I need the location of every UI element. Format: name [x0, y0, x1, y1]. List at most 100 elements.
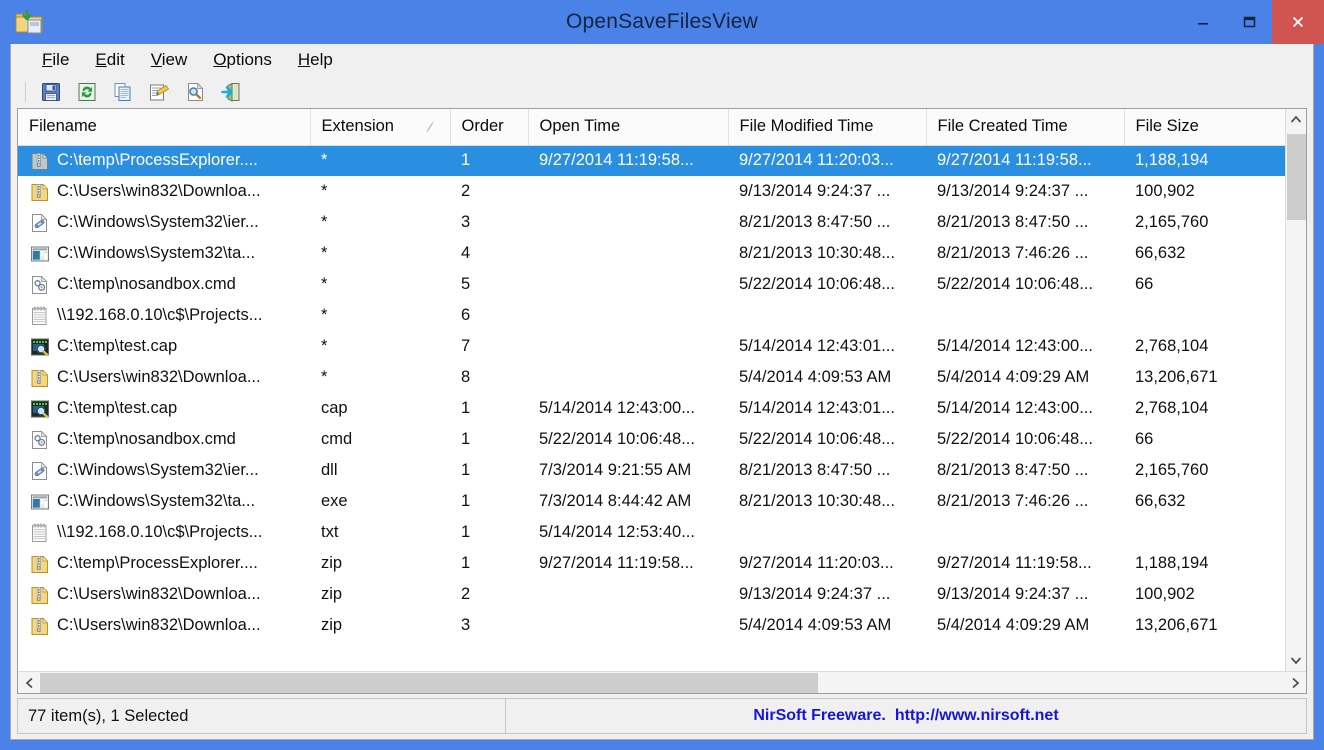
cell-filename[interactable]: C:\Users\win832\Downloa... [18, 579, 310, 610]
cell-extension[interactable]: * [310, 176, 450, 207]
find-button[interactable] [181, 79, 209, 105]
table-row[interactable]: C:\temp\ProcessExplorer.... zip 1 9/27/2014… [18, 548, 1285, 579]
cell-file-size[interactable]: 66,632 [1124, 486, 1285, 517]
cell-open-time[interactable] [528, 300, 728, 331]
table-row[interactable]: \\192.168.0.10\c$\Projects... * 6 [18, 300, 1285, 331]
cell-filename[interactable]: C:\Users\win832\Downloa... [18, 610, 310, 641]
cell-filename[interactable]: C:\temp\nosandbox.cmd [18, 424, 310, 455]
close-button[interactable] [1272, 0, 1324, 44]
refresh-button[interactable] [73, 79, 101, 105]
cell-modified-time[interactable]: 5/22/2014 10:06:48... [728, 269, 926, 300]
table-row[interactable]: C:\temp\nosandbox.cmd cmd 1 5/22/2014 10:06… [18, 424, 1285, 455]
table-row[interactable]: C:\Users\win832\Downloa... zip 3 5/4/2014 4… [18, 610, 1285, 641]
cell-created-time[interactable]: 9/27/2014 11:19:58... [926, 548, 1124, 579]
table-row[interactable]: C:\Windows\System32\ta... * 4 8/21/2013 10:… [18, 238, 1285, 269]
menu-view[interactable]: View [138, 47, 201, 73]
cell-filename[interactable]: \\192.168.0.10\c$\Projects... [18, 517, 310, 548]
cell-extension[interactable]: exe [310, 486, 450, 517]
cell-file-size[interactable]: 66 [1124, 269, 1285, 300]
cell-modified-time[interactable]: 9/13/2014 9:24:37 ... [728, 579, 926, 610]
cell-extension[interactable]: txt [310, 517, 450, 548]
cell-modified-time[interactable]: 5/4/2014 4:09:53 AM [728, 610, 926, 641]
cell-open-time[interactable] [528, 610, 728, 641]
cell-filename[interactable]: C:\temp\test.cap [18, 393, 310, 424]
cell-open-time[interactable] [528, 362, 728, 393]
cell-filename[interactable]: C:\temp\ProcessExplorer.... [18, 145, 310, 176]
cell-extension[interactable]: * [310, 207, 450, 238]
cell-order[interactable]: 2 [450, 579, 528, 610]
cell-order[interactable]: 6 [450, 300, 528, 331]
cell-created-time[interactable]: 8/21/2013 7:46:26 ... [926, 486, 1124, 517]
cell-file-size[interactable] [1124, 517, 1285, 548]
properties-button[interactable] [145, 79, 173, 105]
cell-file-size[interactable]: 100,902 [1124, 579, 1285, 610]
cell-open-time[interactable]: 5/14/2014 12:43:00... [528, 393, 728, 424]
cell-file-size[interactable]: 2,768,104 [1124, 331, 1285, 362]
column-header-filesize[interactable]: File Size [1124, 109, 1285, 146]
horizontal-scroll-thumb[interactable] [40, 672, 818, 693]
cell-file-size[interactable]: 1,188,194 [1124, 548, 1285, 579]
cell-file-size[interactable]: 1,188,194 [1124, 145, 1285, 176]
cell-order[interactable]: 4 [450, 238, 528, 269]
cell-order[interactable]: 1 [450, 393, 528, 424]
nirsoft-url-link[interactable]: http://www.nirsoft.net [895, 707, 1059, 725]
cell-extension[interactable]: dll [310, 455, 450, 486]
cell-open-time[interactable]: 7/3/2014 9:21:55 AM [528, 455, 728, 486]
cell-extension[interactable]: * [310, 362, 450, 393]
cell-order[interactable]: 1 [450, 486, 528, 517]
cell-open-time[interactable]: 5/14/2014 12:53:40... [528, 517, 728, 548]
cell-modified-time[interactable]: 9/27/2014 11:20:03... [728, 548, 926, 579]
cell-extension[interactable]: zip [310, 548, 450, 579]
cell-order[interactable]: 1 [450, 424, 528, 455]
cell-order[interactable]: 2 [450, 176, 528, 207]
cell-open-time[interactable]: 9/27/2014 11:19:58... [528, 548, 728, 579]
cell-file-size[interactable]: 2,768,104 [1124, 393, 1285, 424]
cell-filename[interactable]: C:\Users\win832\Downloa... [18, 362, 310, 393]
cell-open-time[interactable] [528, 207, 728, 238]
cell-open-time[interactable] [528, 579, 728, 610]
cell-order[interactable]: 1 [450, 548, 528, 579]
column-header-order[interactable]: Order [450, 109, 529, 146]
cell-created-time[interactable] [926, 300, 1124, 331]
cell-order[interactable]: 3 [450, 610, 528, 641]
cell-modified-time[interactable]: 5/14/2014 12:43:01... [728, 331, 926, 362]
cell-open-time[interactable]: 5/22/2014 10:06:48... [528, 424, 728, 455]
cell-modified-time[interactable]: 9/27/2014 11:20:03... [728, 145, 926, 176]
scroll-down-button[interactable] [1285, 650, 1306, 671]
cell-filename[interactable]: C:\Users\win832\Downloa... [18, 176, 310, 207]
table-row[interactable]: C:\temp\test.cap * 7 5/14/2014 12:43:01... 5… [18, 331, 1285, 362]
cell-created-time[interactable]: 5/4/2014 4:09:29 AM [926, 362, 1124, 393]
cell-modified-time[interactable]: 8/21/2013 8:47:50 ... [728, 455, 926, 486]
cell-filename[interactable]: C:\temp\ProcessExplorer.... [18, 548, 310, 579]
cell-created-time[interactable]: 8/21/2013 8:47:50 ... [926, 207, 1124, 238]
cell-order[interactable]: 3 [450, 207, 528, 238]
cell-created-time[interactable]: 5/14/2014 12:43:00... [926, 393, 1124, 424]
cell-modified-time[interactable] [728, 300, 926, 331]
cell-filename[interactable]: C:\temp\test.cap [18, 331, 310, 362]
cell-file-size[interactable]: 100,902 [1124, 176, 1285, 207]
column-header-extension[interactable]: Extension ∕ [310, 109, 451, 146]
cell-order[interactable]: 5 [450, 269, 528, 300]
table-row[interactable]: C:\Windows\System32\ier... dll 1 7/3/2014 9… [18, 455, 1285, 486]
save-button[interactable] [37, 79, 65, 105]
cell-created-time[interactable]: 9/13/2014 9:24:37 ... [926, 579, 1124, 610]
table-row[interactable]: C:\Users\win832\Downloa... * 8 5/4/2014 4:0… [18, 362, 1285, 393]
cell-open-time[interactable]: 7/3/2014 8:44:42 AM [528, 486, 728, 517]
cell-order[interactable]: 1 [450, 517, 528, 548]
cell-file-size[interactable]: 66,632 [1124, 238, 1285, 269]
copy-button[interactable] [109, 79, 137, 105]
column-header-filename[interactable]: Filename [18, 109, 311, 146]
table-row[interactable]: C:\temp\nosandbox.cmd * 5 5/22/2014 10:06:4… [18, 269, 1285, 300]
table-row[interactable]: C:\temp\ProcessExplorer.... * 1 9/27/2014 1… [18, 145, 1285, 176]
cell-file-size[interactable]: 2,165,760 [1124, 455, 1285, 486]
column-header-opentime[interactable]: Open Time [528, 109, 729, 146]
table-row[interactable]: \\192.168.0.10\c$\Projects... txt 1 5/14/20… [18, 517, 1285, 548]
cell-extension[interactable]: * [310, 238, 450, 269]
cell-filename[interactable]: \\192.168.0.10\c$\Projects... [18, 300, 310, 331]
nirsoft-brand-label[interactable]: NirSoft Freeware. [753, 707, 885, 725]
cell-modified-time[interactable]: 5/22/2014 10:06:48... [728, 424, 926, 455]
file-list-view[interactable]: Filename Extension ∕ Order Open Time File… [17, 108, 1307, 694]
cell-filename[interactable]: C:\temp\nosandbox.cmd [18, 269, 310, 300]
cell-order[interactable]: 8 [450, 362, 528, 393]
cell-extension[interactable]: * [310, 269, 450, 300]
